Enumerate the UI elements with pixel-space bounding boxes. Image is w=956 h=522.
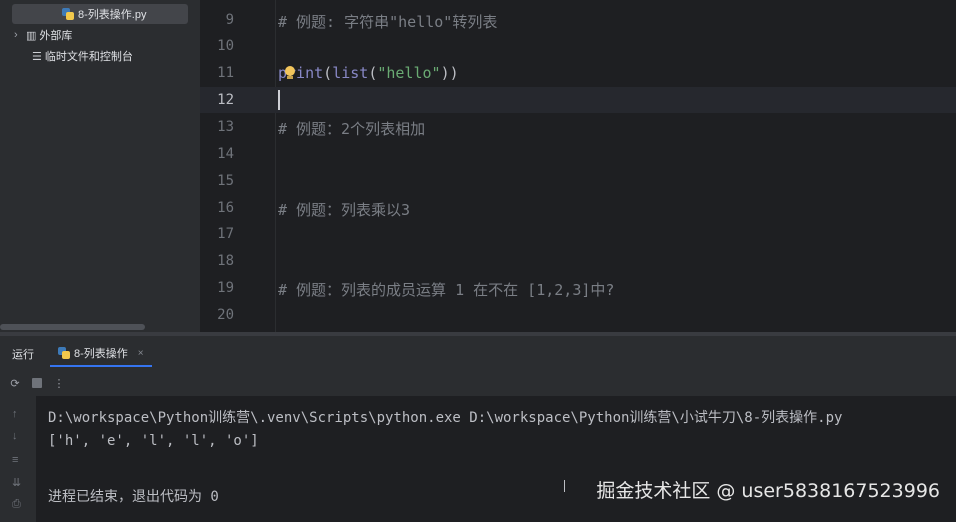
library-icon: ▥ <box>26 29 37 42</box>
chevron-right-icon[interactable]: › <box>14 29 26 41</box>
code-editor[interactable]: 9 # 例题: 字符串"hello"转列表 10 11 print(list("… <box>200 0 956 332</box>
line-number: 9 <box>225 12 234 28</box>
run-tab[interactable]: 8-列表操作 × <box>50 341 152 367</box>
code-line[interactable]: 16 # 例题：列表乘以3 <box>200 195 956 221</box>
line-number: 10 <box>217 38 234 54</box>
watermark: 掘金技术社区 @ user5838167523996 <box>596 480 940 502</box>
line-number: 17 <box>217 226 234 242</box>
code-line[interactable]: 18 <box>200 248 956 274</box>
tree-item-label: 外部库 <box>39 30 73 42</box>
text-caret <box>278 90 280 110</box>
tree-item-label: 8-列表操作.py <box>78 9 147 21</box>
line-number: 11 <box>217 65 234 81</box>
code-text: # 例题：列表的成员运算 1 在不在 [1,2,3]中? <box>278 281 615 299</box>
line-number: 15 <box>217 173 234 189</box>
arrow-up-icon[interactable]: ↑ <box>12 408 18 420</box>
stop-icon <box>32 378 42 388</box>
scratches-icon: ☰ <box>32 50 42 63</box>
code-line[interactable]: 13 # 例题：2个列表相加 <box>200 114 956 140</box>
horizontal-scrollbar[interactable] <box>0 324 145 330</box>
lightbulb-icon[interactable] <box>284 66 296 80</box>
console-output[interactable]: D:\workspace\Python训练营\.venv\Scripts\pyt… <box>36 396 956 522</box>
run-panel: 运行 8-列表操作 × ⟳ ⋮ ↑ ↓ ≡ ⇊ ⎙ D:\workspace\P… <box>0 336 956 522</box>
code-line[interactable]: 10 <box>200 33 956 59</box>
project-panel: 8-列表操作.py › ▥ 外部库 ☰ 临时文件和控制台 <box>0 0 200 332</box>
code-line[interactable]: 19 # 例题：列表的成员运算 1 在不在 [1,2,3]中? <box>200 275 956 301</box>
tree-item-external-libraries[interactable]: › ▥ 外部库 <box>14 25 72 45</box>
python-file-icon <box>58 347 70 359</box>
code-line[interactable]: 14 <box>200 141 956 167</box>
run-panel-title: 运行 <box>12 349 34 361</box>
code-text: # 例题：列表乘以3 <box>278 201 411 219</box>
line-number: 18 <box>217 253 234 269</box>
line-number: 16 <box>217 200 234 216</box>
tree-item-label: 临时文件和控制台 <box>44 51 133 63</box>
arrow-down-icon[interactable]: ↓ <box>12 430 18 442</box>
more-options-icon[interactable]: ⋮ <box>52 376 66 390</box>
console-line: D:\workspace\Python训练营\.venv\Scripts\pyt… <box>48 410 843 426</box>
line-number: 19 <box>217 280 234 296</box>
run-side-toolbar: ↑ ↓ ≡ ⇊ ⎙ <box>0 400 36 522</box>
line-number: 12 <box>217 92 234 108</box>
code-text: # 例题: 字符串"hello"转列表 <box>278 13 498 31</box>
print-icon[interactable]: ⎙ <box>12 498 21 511</box>
code-line[interactable]: 15 <box>200 168 956 194</box>
tree-item-current-file[interactable]: 8-列表操作.py <box>12 4 188 24</box>
run-panel-header: 运行 8-列表操作 × <box>0 336 956 369</box>
python-file-icon <box>62 8 74 20</box>
soft-wrap-icon[interactable]: ≡ <box>12 454 18 466</box>
code-line[interactable]: 11 print(list("hello")) <box>200 60 956 86</box>
code-line-current[interactable]: 12 <box>200 87 956 113</box>
run-tab-label: 8-列表操作 <box>74 348 128 360</box>
code-line[interactable]: 9 # 例题: 字符串"hello"转列表 <box>200 7 956 33</box>
code-text: # 例题：2个列表相加 <box>278 120 426 138</box>
stop-button[interactable] <box>30 376 44 390</box>
scroll-to-end-icon[interactable]: ⇊ <box>12 476 21 489</box>
line-number: 20 <box>217 307 234 323</box>
console-line: ['h', 'e', 'l', 'l', 'o'] <box>48 433 259 449</box>
run-toolbar: ⟳ ⋮ <box>0 372 66 394</box>
code-line[interactable]: 17 <box>200 221 956 247</box>
line-number: 13 <box>217 119 234 135</box>
line-number: 14 <box>217 146 234 162</box>
mouse-cursor <box>564 480 565 492</box>
code-text: print(list("hello")) <box>278 64 459 82</box>
code-line[interactable]: 20 <box>200 302 956 328</box>
console-line: 进程已结束，退出代码为 0 <box>48 489 219 505</box>
rerun-icon[interactable]: ⟳ <box>8 376 22 390</box>
close-icon[interactable]: × <box>138 348 144 359</box>
tree-item-scratches[interactable]: ☰ 临时文件和控制台 <box>32 46 133 66</box>
